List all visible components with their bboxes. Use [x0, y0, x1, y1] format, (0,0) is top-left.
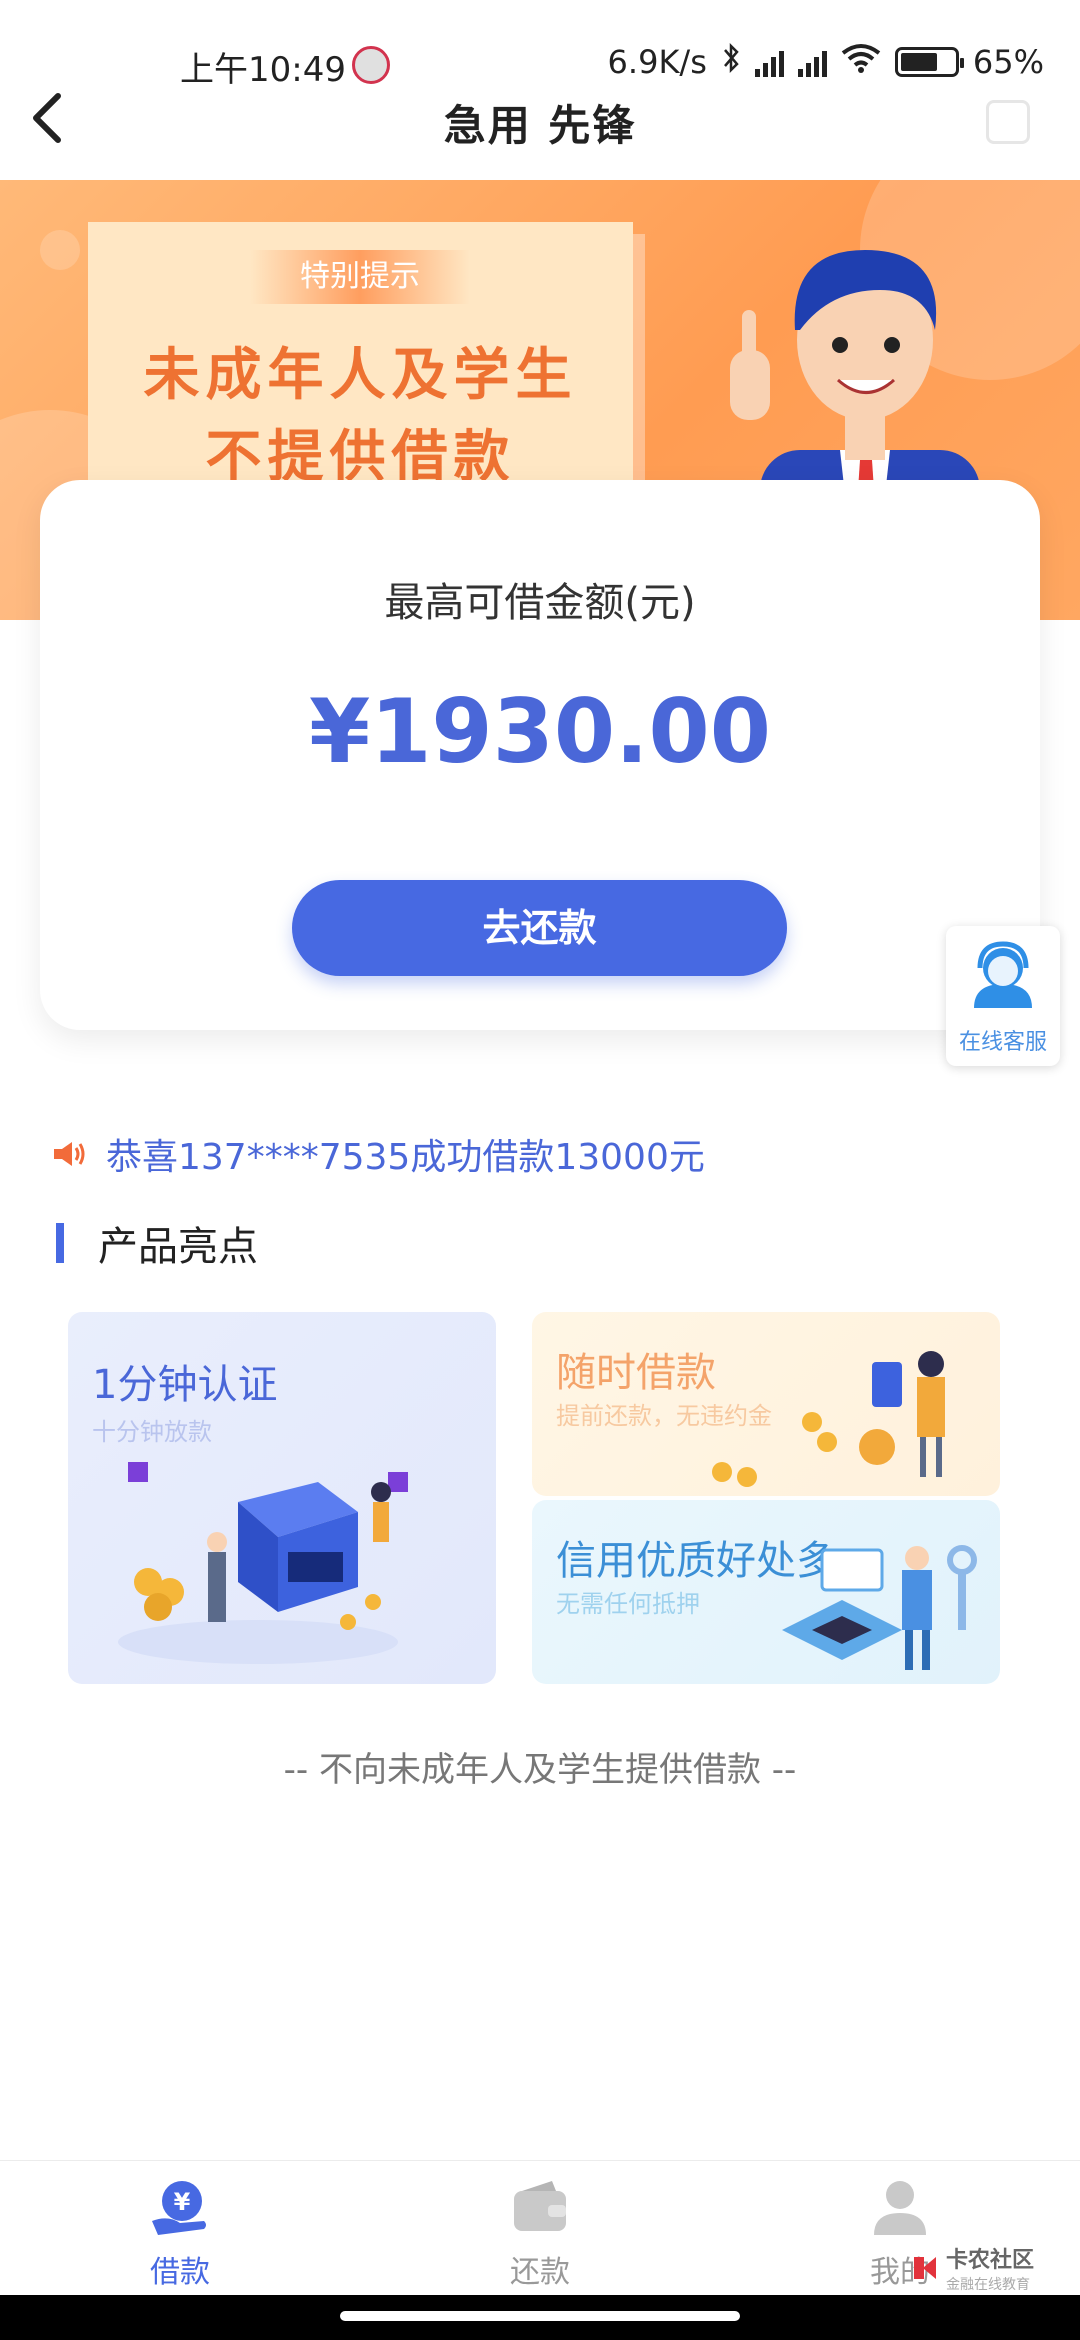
platform-illustration — [782, 1545, 977, 1670]
announcement-marquee: 恭喜137****7535成功借款13000元 — [52, 1126, 705, 1182]
feature-title: 随时借款 — [556, 1350, 716, 1396]
tab-borrow[interactable]: ¥ 借款 — [100, 2175, 260, 2295]
disclaimer-note: -- 不向未成年人及学生提供借款 -- — [283, 1750, 797, 1790]
repay-button[interactable]: 去还款 — [292, 880, 787, 976]
feature-card-anytime-loan[interactable]: 随时借款 提前还款，无违约金 — [532, 1312, 1000, 1496]
feature-title: 1分钟认证 — [92, 1362, 278, 1408]
status-bar: 上午10:49 6.9K/s 65% — [0, 0, 1080, 90]
user-icon — [874, 2181, 926, 2235]
feature-card-credit-benefits[interactable]: 信用优质好处多 无需任何抵押 — [532, 1500, 1000, 1684]
home-indicator[interactable] — [340, 2311, 740, 2321]
notice-line-1: 未成年人及学生 — [143, 343, 578, 408]
customer-service-button[interactable]: 在线客服 — [946, 926, 1060, 1066]
tab-label: 还款 — [510, 2255, 570, 2290]
yen-hand-icon: ¥ — [152, 2181, 206, 2235]
more-icon[interactable] — [986, 100, 1030, 144]
tab-repay[interactable]: 还款 — [460, 2175, 620, 2295]
loan-card: 最高可借金额(元) ¥1930.00 去还款 — [40, 480, 1040, 1030]
page-title: 急用 先锋 — [443, 101, 637, 150]
watermark-subtitle: 金融在线教育 — [946, 2277, 1030, 2293]
svg-text:¥: ¥ — [174, 2188, 191, 2216]
feature-card-quick-verify[interactable]: 1分钟认证 十分钟放款 — [68, 1312, 496, 1684]
watermark: 卡农社区 金融在线教育 — [910, 2242, 1034, 2294]
tab-label: 借款 — [150, 2255, 210, 2290]
notice-tag: 特别提示 — [250, 250, 470, 304]
max-loan-label: 最高可借金额(元) — [384, 580, 696, 626]
watermark-name: 卡农社区 — [946, 2248, 1035, 2273]
section-accent-bar — [56, 1223, 64, 1263]
max-loan-amount: ¥1930.00 — [308, 680, 772, 783]
wallet-icon — [514, 2181, 566, 2231]
feature-subtitle: 无需任何抵押 — [556, 1590, 700, 1618]
headset-agent-icon — [974, 941, 1032, 1008]
section-title: 产品亮点 — [98, 1224, 258, 1270]
announcement-text: 恭喜137****7535成功借款13000元 — [106, 1137, 705, 1178]
server-illustration — [118, 1462, 408, 1664]
navigation-gesture-area — [0, 2295, 1080, 2340]
watermark-logo-icon — [914, 2257, 936, 2279]
speaker-icon — [54, 1142, 85, 1166]
nav-bar: 急用 先锋 — [0, 70, 1080, 180]
customer-service-label: 在线客服 — [958, 1030, 1047, 1055]
section-header: 产品亮点 — [56, 1218, 258, 1270]
coins-illustration — [712, 1351, 945, 1487]
